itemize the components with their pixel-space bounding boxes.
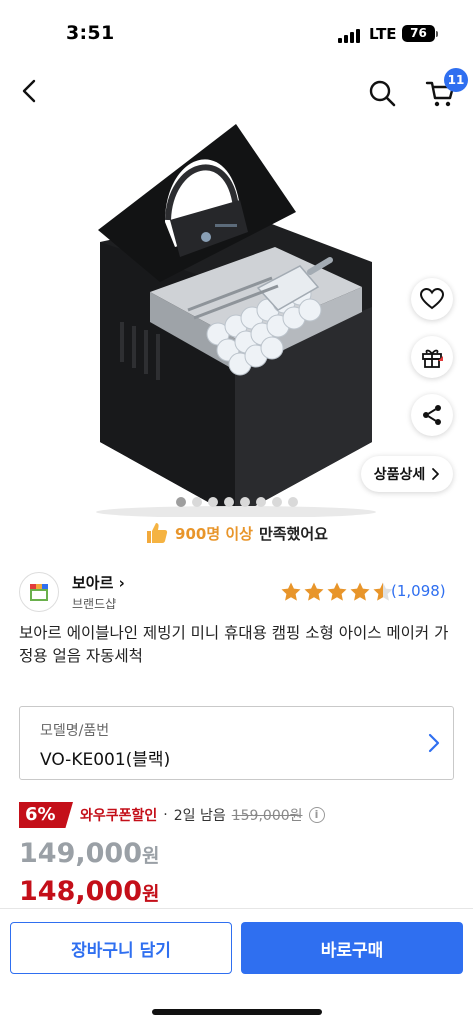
star-icon	[281, 582, 301, 601]
product-detail-label: 상품상세	[373, 467, 426, 483]
review-count[interactable]: (1,098)	[391, 582, 446, 600]
search-icon	[369, 80, 396, 107]
satisfaction-count: 900명 이상	[175, 524, 253, 543]
original-price: 159,000원	[231, 808, 303, 824]
star-icon	[327, 582, 347, 601]
satisfaction-banner: 900명 이상 만족했어요	[0, 519, 473, 547]
bottom-action-bar: 장바구니 담기 바로구매	[0, 908, 473, 1024]
coupon-line: 와우쿠폰할인 · 2일 남음 159,000원 i	[80, 805, 325, 825]
brand-shop-label: 브랜드샵	[72, 597, 117, 611]
share-icon	[423, 405, 441, 425]
star-icon	[350, 582, 370, 601]
brand-name-link[interactable]: 보아르 ›	[72, 572, 125, 593]
share-button[interactable]	[411, 394, 453, 436]
home-indicator[interactable]	[152, 1009, 322, 1015]
chevron-right-icon: ›	[118, 574, 125, 592]
carousel-indicator[interactable]	[0, 497, 473, 509]
carousel-dot[interactable]	[223, 497, 234, 507]
gift-button[interactable]	[411, 336, 453, 378]
heart-icon	[420, 288, 444, 310]
cart-count-badge: 11	[444, 68, 468, 92]
product-title: 보아르 에이블나인 제빙기 미니 휴대용 캠핑 소형 아이스 메이커 가정용 얼…	[19, 624, 449, 665]
sale-price-value: 149,000	[19, 838, 142, 869]
remaining-time: 2일 남음	[173, 808, 226, 824]
separator: ·	[163, 807, 168, 823]
final-price-value: 148,000	[19, 876, 142, 907]
info-icon[interactable]: i	[308, 807, 325, 823]
carousel-dot[interactable]	[287, 497, 298, 507]
product-detail-button[interactable]: 상품상세	[361, 456, 453, 492]
wishlist-button[interactable]	[411, 278, 453, 320]
signal-icon	[338, 27, 362, 43]
network-type: LTE	[369, 25, 397, 43]
gift-icon	[422, 349, 443, 368]
status-bar: 3:51 LTE 76	[0, 0, 473, 62]
shop-icon	[30, 584, 48, 601]
buy-now-button[interactable]: 바로구매	[241, 922, 463, 974]
star-icon	[304, 582, 324, 601]
brand-name: 보아르	[72, 574, 114, 592]
final-price-unit: 원	[141, 883, 160, 905]
option-label: 모델명/품번	[40, 723, 110, 739]
carousel-dot[interactable]	[207, 497, 218, 507]
coupon-label: 와우쿠폰할인	[80, 808, 158, 824]
status-time: 3:51	[66, 22, 115, 44]
search-button[interactable]	[367, 78, 397, 108]
back-button[interactable]	[16, 76, 44, 106]
chevron-left-icon	[22, 79, 36, 103]
battery-tip	[436, 31, 438, 37]
final-price: 148,000원	[19, 876, 159, 907]
battery-icon: 76	[402, 25, 435, 42]
carousel-dot[interactable]	[271, 497, 282, 507]
carousel-dot[interactable]	[239, 497, 250, 507]
discount-badge: 6%	[19, 802, 73, 828]
rating-stars	[280, 581, 394, 603]
thumbs-up-icon	[147, 523, 168, 543]
chevron-right-icon	[432, 468, 440, 480]
option-selector[interactable]: 모델명/품번 VO-KE001(블랙)	[19, 706, 454, 780]
add-to-cart-button[interactable]: 장바구니 담기	[10, 922, 232, 974]
satisfaction-text: 만족했어요	[258, 524, 328, 543]
sale-price-unit: 원	[141, 845, 160, 867]
chevron-right-icon	[428, 733, 440, 753]
brand-logo[interactable]	[19, 572, 59, 612]
carousel-dot[interactable]	[175, 497, 186, 507]
option-value: VO-KE001(블랙)	[40, 750, 171, 770]
carousel-dot[interactable]	[255, 497, 266, 507]
carousel-dot[interactable]	[191, 497, 202, 507]
sale-price: 149,000원	[19, 838, 159, 869]
